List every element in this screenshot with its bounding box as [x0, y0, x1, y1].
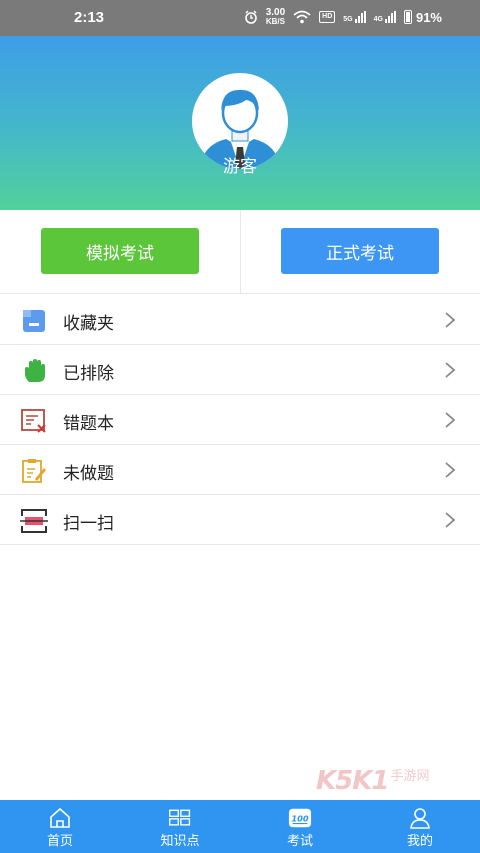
status-bar: 2:13 3.00 KB/S HD 5G 4G 91%	[0, 0, 480, 36]
net-speed: 3.00 KB/S	[266, 8, 285, 26]
alarm-icon	[244, 10, 257, 24]
tab-label: 考试	[286, 834, 313, 849]
chevron-right-icon	[445, 312, 456, 328]
tab-label: 我的	[406, 834, 433, 849]
chevron-right-icon	[445, 362, 456, 378]
tab-home[interactable]: 首页	[0, 800, 120, 853]
exam-icon: 100	[288, 808, 312, 828]
menu-label: 未做题	[63, 464, 114, 484]
chevron-right-icon	[445, 412, 456, 428]
hd-badge: HD	[319, 11, 336, 23]
divider	[240, 210, 241, 294]
edit-note-icon	[22, 459, 46, 483]
mock-exam-button[interactable]: 模拟考试	[41, 228, 199, 274]
signal-5g: 5G	[343, 11, 366, 23]
tab-label: 首页	[46, 834, 73, 849]
watermark-brand: K5K1	[316, 766, 389, 796]
menu-item-excluded[interactable]: 已排除	[0, 345, 480, 395]
tab-exam[interactable]: 100 考试	[240, 800, 360, 853]
user-name: 游客	[223, 157, 257, 177]
battery-icon	[403, 10, 412, 24]
profile-header: 游客	[0, 36, 480, 210]
status-time: 2:13	[74, 9, 105, 26]
wifi-icon	[293, 10, 311, 24]
svg-text:100: 100	[291, 814, 309, 824]
tab-knowledge[interactable]: 知识点	[120, 800, 240, 853]
formal-exam-button[interactable]: 正式考试	[281, 228, 439, 274]
menu-label: 扫一扫	[63, 514, 114, 534]
battery-percent: 91%	[415, 9, 442, 25]
menu-item-unanswered[interactable]: 未做题	[0, 445, 480, 495]
net-speed-unit: KB/S	[265, 17, 285, 26]
watermark-text: 手游网	[390, 769, 430, 784]
hand-icon	[25, 359, 45, 382]
profile-icon	[410, 808, 430, 829]
tab-mine[interactable]: 我的	[360, 800, 480, 853]
folder-icon	[23, 310, 45, 332]
home-icon	[50, 807, 70, 828]
menu-label: 错题本	[63, 414, 114, 434]
chevron-right-icon	[445, 462, 456, 478]
exam-button-row: 模拟考试 正式考试	[0, 210, 480, 294]
menu-item-favorites[interactable]: 收藏夹	[0, 295, 480, 345]
tab-label: 知识点	[160, 834, 200, 849]
grid-icon	[169, 809, 191, 826]
watermark-logo: K5K1 手游网	[316, 764, 430, 796]
wrong-note-icon	[21, 409, 46, 433]
menu-label: 收藏夹	[63, 314, 114, 334]
chevron-right-icon	[445, 512, 456, 528]
signal-4g: 4G	[374, 11, 396, 23]
menu-item-wrong-questions[interactable]: 错题本	[0, 395, 480, 445]
menu-list: 收藏夹 已排除 错题本 未做题 扫一扫	[0, 295, 480, 545]
scan-icon	[20, 509, 48, 533]
status-icons: 3.00 KB/S HD 5G 4G 91%	[244, 8, 442, 26]
bottom-tab-bar: 首页 知识点 100 考试 我的	[0, 800, 480, 853]
menu-label: 已排除	[63, 364, 114, 384]
menu-item-scan[interactable]: 扫一扫	[0, 495, 480, 545]
